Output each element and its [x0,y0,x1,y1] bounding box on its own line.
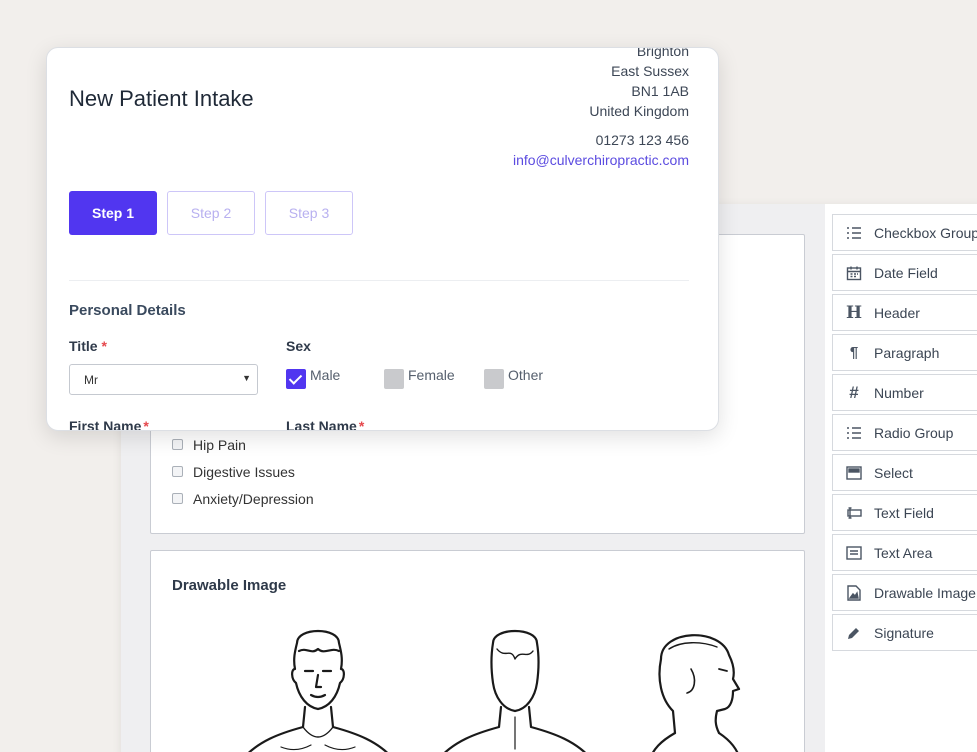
field-palette: Checkbox Group Date Field H Header ¶ Par… [832,214,977,654]
sex-option-label: Female [408,367,455,383]
drawable-image-title: Drawable Image [172,577,287,594]
last-name-label: Last Name * [286,418,365,431]
text-area-icon [846,545,862,561]
palette-item-date-field[interactable]: Date Field [832,254,977,291]
side-view-figure [651,634,741,752]
front-view-figure [248,630,388,752]
select-icon [846,465,862,481]
condition-label: Anxiety/Depression [193,490,314,507]
header-icon: H [845,302,863,323]
caret-down-icon: ▼ [242,373,251,383]
sex-option-female[interactable]: Female [384,363,455,389]
sex-option-label: Male [310,367,341,383]
palette-item-label: Text Area [874,544,933,561]
palette-item-radio-group[interactable]: Radio Group [832,414,977,451]
checkbox[interactable] [172,493,183,504]
sex-option-other[interactable]: Other [484,363,543,389]
palette-item-label: Number [874,384,924,401]
palette-item-header[interactable]: H Header [832,294,977,331]
checkbox[interactable] [172,439,183,450]
body-diagram-image[interactable] [221,629,761,752]
required-marker: * [358,418,365,431]
palette-item-label: Header [874,304,920,321]
checkbox[interactable] [384,369,404,389]
text-field-icon [846,505,862,521]
palette-item-checkbox-group[interactable]: Checkbox Group [832,214,977,251]
palette-item-label: Select [874,464,913,481]
palette-item-select[interactable]: Select [832,454,977,491]
condition-label: Digestive Issues [193,463,295,480]
hash-icon: # [849,382,859,402]
checkbox-checked[interactable] [286,369,306,389]
sex-option-male[interactable]: Male [286,363,340,389]
tab-step-3[interactable]: Step 3 [265,191,353,235]
address-country: United Kingdom [589,103,689,119]
list-item[interactable]: Anxiety/Depression [172,485,314,512]
divider [69,280,689,281]
list-item[interactable]: Hip Pain [172,431,314,458]
image-icon [846,584,862,601]
clinic-email-link[interactable]: info@culverchiropractic.com [513,150,689,170]
tab-step-2[interactable]: Step 2 [167,191,255,235]
conditions-list: Hip Pain Digestive Issues Anxiety/Depres… [172,431,314,512]
palette-item-number[interactable]: # Number [832,374,977,411]
title-field-label: Title * [69,338,107,354]
step-tabs: Step 1 Step 2 Step 3 [69,191,353,235]
drawable-image-card[interactable]: Drawable Image [150,550,805,752]
palette-item-signature[interactable]: Signature [832,614,977,651]
clinic-address: Brighton East Sussex BN1 1AB United King… [513,47,689,170]
palette-item-label: Text Field [874,504,934,521]
page-title: New Patient Intake [69,86,254,111]
tab-step-1[interactable]: Step 1 [69,191,157,235]
palette-item-paragraph[interactable]: ¶ Paragraph [832,334,977,371]
first-name-label-text: First Name [69,418,142,431]
checkbox-group-icon [846,225,862,241]
first-name-label: First Name * [69,418,149,431]
palette-item-label: Signature [874,624,934,641]
clinic-phone: 01273 123 456 [595,132,689,148]
palette-item-label: Paragraph [874,344,940,361]
palette-item-label: Radio Group [874,424,954,441]
title-label-text: Title [69,338,98,354]
palette-item-text-field[interactable]: Text Field [832,494,977,531]
palette-item-drawable-image[interactable]: Drawable Image [832,574,977,611]
section-title: Personal Details [69,302,186,319]
pencil-icon [846,625,862,641]
address-postcode: BN1 1AB [631,83,689,99]
title-select-value: Mr [84,373,98,387]
required-marker: * [101,338,107,354]
back-view-figure [444,630,586,752]
last-name-label-text: Last Name [286,418,357,431]
checkbox[interactable] [484,369,504,389]
address-county: East Sussex [611,63,689,79]
sex-field-label: Sex [286,338,311,354]
required-marker: * [143,418,149,431]
palette-item-label: Date Field [874,264,938,281]
checkbox[interactable] [172,466,183,477]
radio-group-icon [846,425,862,441]
palette-item-label: Drawable Image [874,584,976,601]
calendar-icon [846,265,862,281]
sex-option-label: Other [508,367,544,383]
title-select[interactable]: Mr ▼ [69,364,258,395]
list-item[interactable]: Digestive Issues [172,458,314,485]
condition-label: Hip Pain [193,436,246,453]
paragraph-icon: ¶ [849,344,859,361]
palette-item-text-area[interactable]: Text Area [832,534,977,571]
patient-intake-form: New Patient Intake Brighton East Sussex … [46,47,719,431]
address-city: Brighton [636,47,689,59]
palette-item-label: Checkbox Group [874,224,977,241]
